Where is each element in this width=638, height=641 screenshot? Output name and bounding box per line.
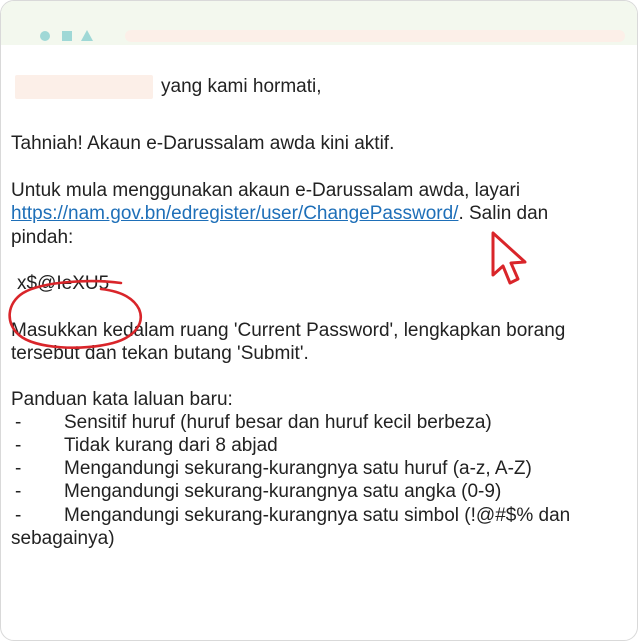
list-item: Mengandungi sekurang-kurangnya satu simb… — [64, 505, 571, 526]
congrats-text: Tahniah! Akaun e-Darussalam awda kini ak… — [11, 133, 395, 154]
list-bullet: - — [15, 481, 22, 502]
browser-window: yang kami hormati, Tahniah! Akaun e-Daru… — [0, 0, 638, 641]
window-titlebar — [1, 1, 637, 45]
triangle-icon[interactable] — [81, 30, 93, 41]
list-bullet: - — [15, 412, 22, 433]
address-bar[interactable] — [125, 30, 625, 42]
list-item: Mengandungi sekurang-kurangnya satu huru… — [64, 458, 532, 479]
list-item: Tidak kurang dari 8 abjad — [64, 435, 278, 456]
square-icon[interactable] — [62, 31, 72, 41]
instruction-line-1: Untuk mula menggunakan akaun e-Darussala… — [11, 180, 521, 201]
instruction-line-3: pindah: — [11, 227, 74, 248]
list-item: Sensitif huruf (huruf besar dan huruf ke… — [64, 412, 492, 433]
list-bullet: - — [15, 505, 22, 526]
change-password-link[interactable]: https://nam.gov.bn/edregister/user/Chang… — [11, 203, 458, 224]
list-bullet: - — [15, 435, 22, 456]
password-guide-heading: Panduan kata laluan baru: — [11, 389, 233, 410]
instruction-line-2-suffix: . Salin dan — [458, 203, 549, 224]
email-body: yang kami hormati, Tahniah! Akaun e-Daru… — [1, 45, 637, 640]
circle-dot-icon[interactable] — [40, 31, 50, 41]
cursor-arrow-icon — [491, 231, 527, 285]
list-bullet: - — [15, 458, 22, 479]
list-item: Mengandungi sekurang-kurangnya satu angk… — [64, 481, 502, 502]
guide-last-line: sebagainya) — [11, 528, 115, 549]
redacted-recipient-name — [15, 75, 153, 99]
greeting-text: yang kami hormati, — [161, 76, 322, 97]
instruction-line-2: https://nam.gov.bn/edregister/user/Chang… — [11, 202, 548, 226]
red-circle-annotation — [8, 279, 142, 349]
